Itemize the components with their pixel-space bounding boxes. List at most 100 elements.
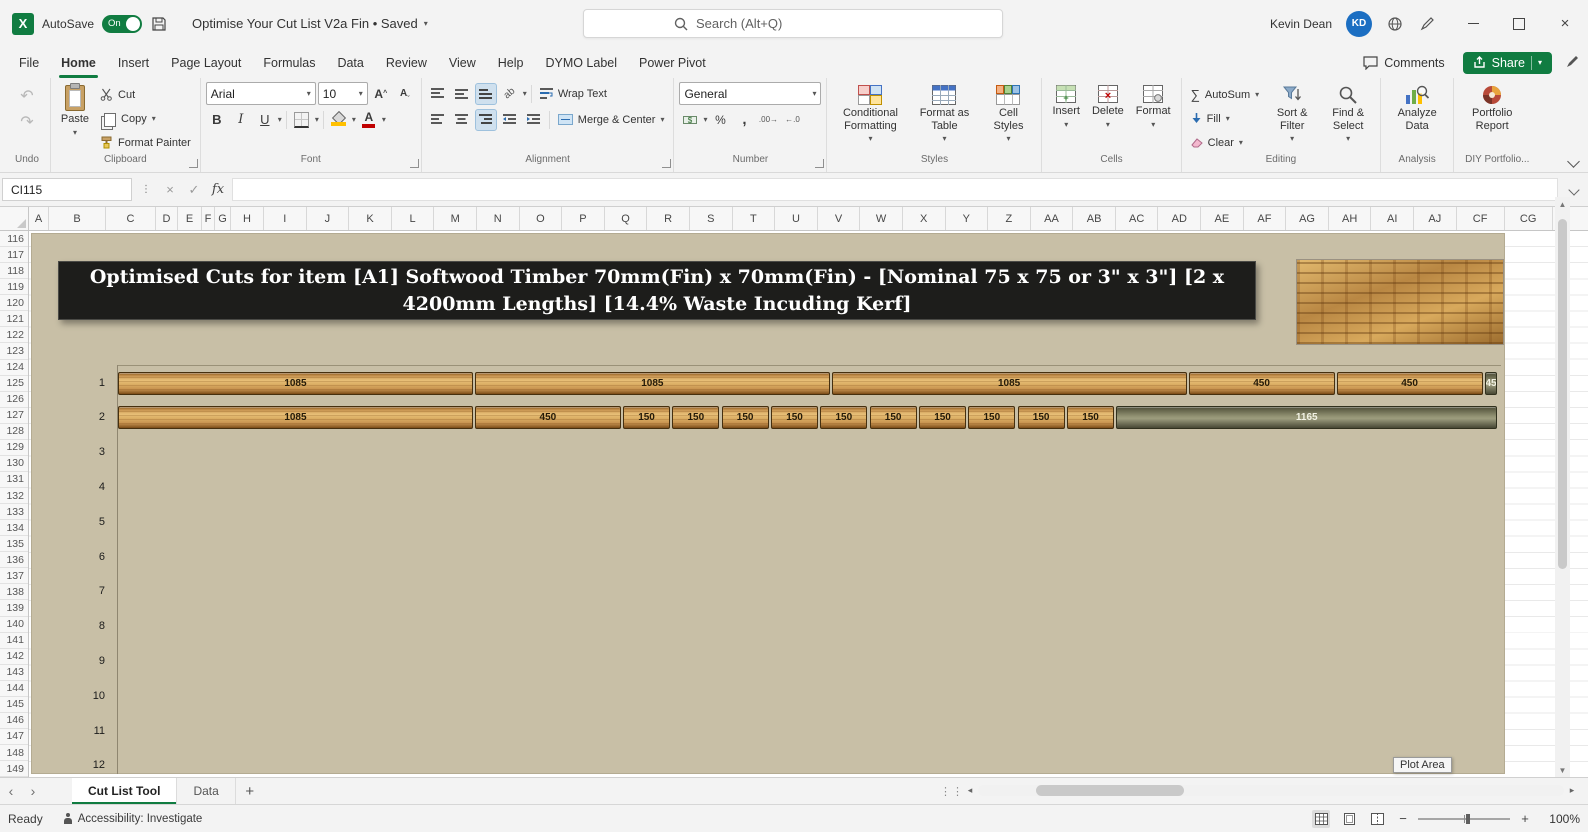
cut-button[interactable]: Cut (96, 83, 195, 106)
zoom-level[interactable]: 100% (1542, 812, 1580, 826)
number-format-combo[interactable]: General▾ (679, 82, 821, 105)
vertical-scrollbar[interactable]: ▲ ▼ (1555, 197, 1570, 777)
ribbon-tab-page-layout[interactable]: Page Layout (160, 47, 252, 78)
column-header-r[interactable]: R (647, 207, 690, 230)
column-header-m[interactable]: M (434, 207, 477, 230)
scroll-down-icon[interactable]: ▼ (1559, 763, 1567, 777)
wrap-text-button[interactable]: Wrap Text (536, 82, 611, 105)
column-header-a[interactable]: A (29, 207, 49, 230)
ribbon-tab-help[interactable]: Help (487, 47, 535, 78)
row-header-128[interactable]: 128 (0, 424, 28, 440)
undo-icon[interactable]: ↶ (16, 85, 38, 107)
column-header-g[interactable]: G (215, 207, 231, 230)
format-as-table-button[interactable]: Format as Table ▾ (910, 81, 978, 154)
increase-font-icon[interactable]: A^ (370, 83, 392, 105)
cut-segment[interactable]: 150 (623, 406, 670, 429)
row-header-139[interactable]: 139 (0, 600, 28, 616)
maximize-button[interactable] (1496, 0, 1542, 47)
column-header-ah[interactable]: AH (1329, 207, 1372, 230)
decrease-decimal-button[interactable]: ←.0 (781, 109, 803, 131)
align-top-button[interactable] (427, 83, 449, 105)
fill-button[interactable]: Fill ▾ (1187, 107, 1264, 130)
cut-segment[interactable]: 150 (1018, 406, 1065, 429)
fill-color-dropdown-icon[interactable]: ▾ (352, 115, 356, 124)
cut-segment[interactable]: 450 (1337, 372, 1483, 395)
column-header-cg[interactable]: CG (1505, 207, 1553, 230)
orientation-button[interactable]: ab (499, 83, 521, 105)
column-header-i[interactable]: I (264, 207, 307, 230)
row-header-120[interactable]: 120 (0, 295, 28, 311)
cut-list-chart[interactable]: Optimised Cuts for item [A1] Softwood Ti… (31, 233, 1505, 774)
cancel-formula-icon[interactable]: × (160, 180, 180, 200)
alignment-dialog-launcher[interactable] (662, 159, 671, 168)
row-header-133[interactable]: 133 (0, 504, 28, 520)
horizontal-scrollbar[interactable]: ◂ ▸ (962, 782, 1580, 799)
conditional-formatting-button[interactable]: Conditional Formatting ▾ (832, 81, 908, 154)
ribbon-tab-file[interactable]: File (8, 47, 50, 78)
zoom-slider[interactable] (1418, 818, 1510, 820)
scroll-right-icon[interactable]: ▸ (1564, 785, 1580, 796)
align-center-button[interactable] (451, 109, 473, 131)
zoom-in-button[interactable]: + (1518, 811, 1532, 826)
normal-view-button[interactable] (1312, 810, 1330, 828)
column-header-ae[interactable]: AE (1201, 207, 1244, 230)
column-header-c[interactable]: C (106, 207, 156, 230)
ink-pen-icon[interactable] (1562, 54, 1580, 72)
accounting-format-button[interactable]: $ (679, 109, 701, 131)
font-size-combo[interactable]: 10▾ (318, 82, 368, 105)
collapse-ribbon-icon[interactable] (1567, 155, 1580, 168)
ribbon-tab-data[interactable]: Data (326, 47, 374, 78)
row-header-118[interactable]: 118 (0, 263, 28, 279)
expand-formula-bar-icon[interactable] (1568, 184, 1579, 195)
format-cells-button[interactable]: Format ▾ (1131, 81, 1176, 154)
scroll-left-icon[interactable]: ◂ (962, 785, 978, 796)
cut-segment[interactable]: 450 (475, 406, 621, 429)
row-header-119[interactable]: 119 (0, 279, 28, 295)
column-header-q[interactable]: Q (605, 207, 648, 230)
cut-segment[interactable]: 1085 (475, 372, 830, 395)
column-header-s[interactable]: S (690, 207, 733, 230)
vertical-scroll-thumb[interactable] (1558, 219, 1567, 569)
cut-segment[interactable]: 150 (1067, 406, 1114, 429)
column-header-ag[interactable]: AG (1286, 207, 1329, 230)
autosum-button[interactable]: ∑ AutoSum ▾ (1187, 83, 1264, 106)
column-header-k[interactable]: K (349, 207, 392, 230)
format-painter-button[interactable]: Format Painter (96, 131, 195, 154)
column-header-p[interactable]: P (562, 207, 605, 230)
find-select-dropdown-icon[interactable]: ▾ (1346, 134, 1350, 143)
format-dropdown-icon[interactable]: ▾ (1151, 120, 1155, 129)
add-sheet-button[interactable]: + (236, 783, 264, 800)
column-header-b[interactable]: B (49, 207, 106, 230)
ribbon-tab-insert[interactable]: Insert (107, 47, 160, 78)
analyze-data-button[interactable]: Analyze Data (1386, 81, 1448, 154)
font-dialog-launcher[interactable] (410, 159, 419, 168)
align-bottom-button[interactable] (475, 83, 497, 105)
cut-segment[interactable]: 1085 (832, 372, 1187, 395)
cut-segment[interactable]: 150 (722, 406, 769, 429)
row-header-140[interactable]: 140 (0, 617, 28, 633)
column-header-ai[interactable]: AI (1371, 207, 1414, 230)
ribbon-tab-view[interactable]: View (438, 47, 487, 78)
increase-decimal-button[interactable]: .00→ (757, 109, 779, 131)
column-header-ac[interactable]: AC (1116, 207, 1159, 230)
borders-dropdown-icon[interactable]: ▾ (315, 115, 319, 124)
avatar[interactable]: KD (1346, 11, 1372, 37)
column-header-aa[interactable]: AA (1031, 207, 1074, 230)
page-layout-view-button[interactable] (1340, 810, 1358, 828)
cut-segment[interactable]: 150 (771, 406, 818, 429)
insert-cells-button[interactable]: + Insert ▾ (1047, 81, 1085, 154)
row-header-134[interactable]: 134 (0, 520, 28, 536)
align-right-button[interactable] (475, 109, 497, 131)
row-header-138[interactable]: 138 (0, 584, 28, 600)
cut-segment[interactable]: 150 (919, 406, 966, 429)
cut-segment[interactable]: 150 (820, 406, 867, 429)
row-header-149[interactable]: 149 (0, 761, 28, 777)
fill-color-button[interactable] (328, 109, 350, 131)
row-header-131[interactable]: 131 (0, 472, 28, 488)
row-header-147[interactable]: 147 (0, 729, 28, 745)
horizontal-scroll-track[interactable] (978, 785, 1564, 796)
zoom-out-button[interactable]: − (1396, 811, 1410, 826)
autosave-toggle[interactable]: On (102, 15, 142, 33)
row-header-143[interactable]: 143 (0, 665, 28, 681)
sort-filter-button[interactable]: Sort & Filter ▾ (1265, 81, 1319, 154)
